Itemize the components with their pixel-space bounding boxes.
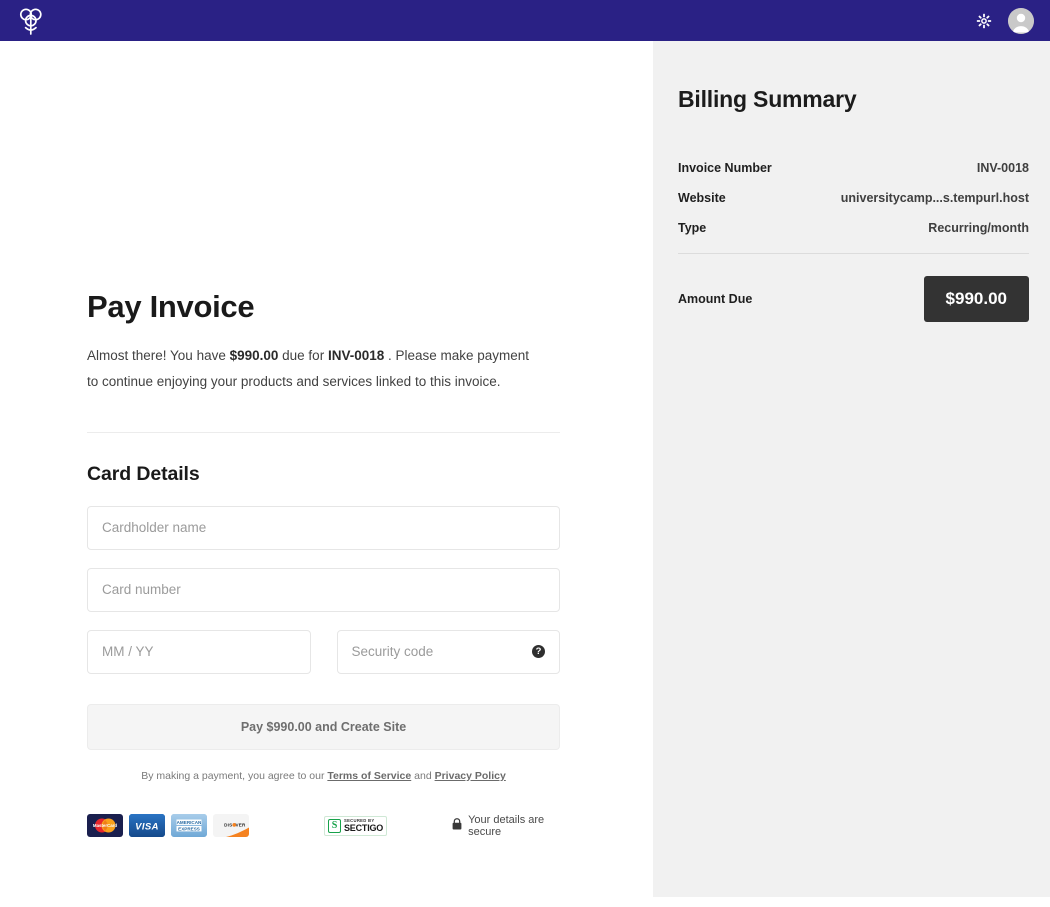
page-body: Pay Invoice Almost there! You have $990.… <box>0 41 1050 907</box>
privacy-policy-link[interactable]: Privacy Policy <box>435 770 506 782</box>
summary-value: Recurring/month <box>928 221 1029 235</box>
intro-part1: Almost there! You have <box>87 348 230 363</box>
summary-value: INV-0018 <box>977 161 1029 175</box>
intro-paragraph: Almost there! You have $990.00 due for I… <box>87 343 539 396</box>
summary-row-invoice-number: Invoice Number INV-0018 <box>678 161 1029 175</box>
top-navigation-bar <box>0 0 1050 41</box>
page-title: Pay Invoice <box>87 289 560 325</box>
summary-divider <box>678 253 1029 254</box>
summary-row-website: Website universitycamp...s.tempurl.host <box>678 191 1029 205</box>
expiry-cvc-row: MM / YY Security code ? <box>87 630 560 692</box>
card-number-placeholder: Card number <box>102 582 181 597</box>
sectigo-main-text: SECTIGO <box>344 824 383 833</box>
intro-amount: $990.00 <box>230 348 279 363</box>
sectigo-mark-icon: S <box>328 819 341 833</box>
payment-page: Pay Invoice Almost there! You have $990.… <box>0 0 1050 907</box>
secure-notice: Your details are secure <box>452 814 560 838</box>
legal-conjunction: and <box>411 770 434 782</box>
cardholder-name-placeholder: Cardholder name <box>102 520 206 535</box>
trust-badges: MasterCard VISA <box>87 814 560 838</box>
intro-invoice: INV-0018 <box>328 348 384 363</box>
user-avatar-icon[interactable] <box>1008 8 1034 34</box>
topbar-actions <box>974 8 1034 34</box>
billing-summary-title: Billing Summary <box>678 86 1029 113</box>
legal-disclaimer: By making a payment, you agree to our Te… <box>87 770 560 782</box>
cardholder-name-field[interactable]: Cardholder name <box>87 506 560 550</box>
payment-form-column: Pay Invoice Almost there! You have $990.… <box>0 41 653 897</box>
svg-text:VER: VER <box>235 823 246 828</box>
summary-label: Type <box>678 221 706 235</box>
american-express-logo-icon: AMERICAN EXPRESS <box>171 814 207 837</box>
svg-text:EXPRESS: EXPRESS <box>178 827 200 832</box>
section-divider <box>87 432 560 433</box>
summary-label: Invoice Number <box>678 161 772 175</box>
summary-value: universitycamp...s.tempurl.host <box>841 191 1029 205</box>
svg-text:VISA: VISA <box>135 822 159 833</box>
terms-of-service-link[interactable]: Terms of Service <box>327 770 411 782</box>
sectigo-text: SECURED BY SECTIGO <box>344 819 383 833</box>
billing-summary-panel: Billing Summary Invoice Number INV-0018 … <box>653 41 1050 897</box>
amount-due-badge: $990.00 <box>924 276 1029 322</box>
mastercard-logo-icon: MasterCard <box>87 814 123 837</box>
discover-logo-icon: DISC VER <box>213 814 249 837</box>
sectigo-secure-badge: S SECURED BY SECTIGO <box>324 816 387 836</box>
summary-label: Website <box>678 191 726 205</box>
intro-part2: due for <box>278 348 328 363</box>
legal-prefix: By making a payment, you agree to our <box>141 770 327 782</box>
svg-text:AMERICAN: AMERICAN <box>177 820 202 825</box>
pay-button[interactable]: Pay $990.00 and Create Site <box>87 704 560 750</box>
amount-due-row: Amount Due $990.00 <box>678 276 1029 322</box>
help-question-icon[interactable]: ? <box>532 645 545 658</box>
accepted-card-logos: MasterCard VISA <box>87 814 249 837</box>
amount-due-label: Amount Due <box>678 292 752 306</box>
gear-icon[interactable] <box>974 11 994 31</box>
lock-icon <box>452 818 462 833</box>
expiry-placeholder: MM / YY <box>102 644 154 659</box>
summary-row-type: Type Recurring/month <box>678 221 1029 235</box>
card-details-heading: Card Details <box>87 463 560 486</box>
visa-logo-icon: VISA <box>129 814 165 837</box>
card-number-field[interactable]: Card number <box>87 568 560 612</box>
tree-logo-icon <box>18 6 44 36</box>
brand-logo[interactable] <box>18 6 44 36</box>
security-code-field[interactable]: Security code ? <box>337 630 561 674</box>
expiry-date-field[interactable]: MM / YY <box>87 630 311 674</box>
secure-notice-text: Your details are secure <box>468 814 560 838</box>
svg-text:MasterCard: MasterCard <box>93 823 117 828</box>
security-code-placeholder: Security code <box>352 644 434 659</box>
